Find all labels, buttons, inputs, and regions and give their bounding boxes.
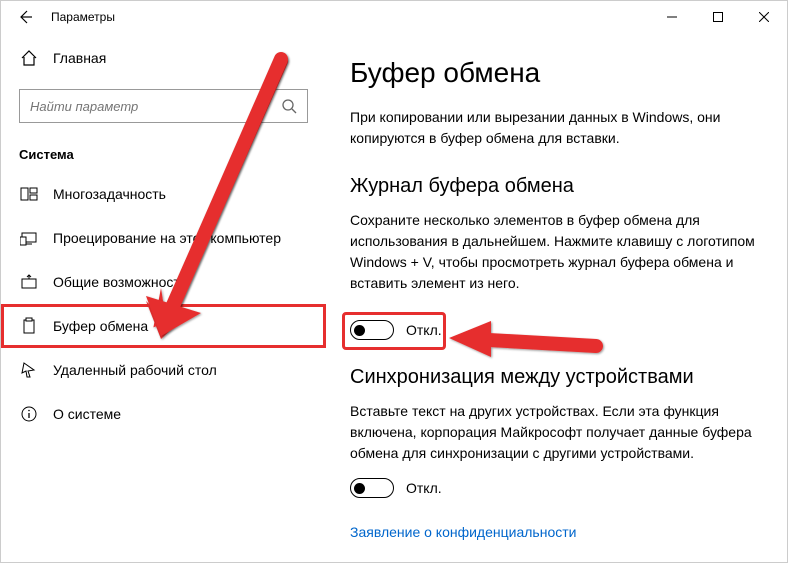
sync-toggle-label: Откл. xyxy=(406,480,442,496)
search-input[interactable] xyxy=(30,99,281,114)
history-desc: Сохраните несколько элементов в буфер об… xyxy=(350,210,759,294)
sidebar-item-shared[interactable]: Общие возможности xyxy=(1,260,326,304)
privacy-link[interactable]: Заявление о конфиденциальности xyxy=(350,524,576,540)
history-toggle-row: Откл. xyxy=(350,320,759,340)
page-title: Буфер обмена xyxy=(350,57,759,89)
maximize-button[interactable] xyxy=(695,1,741,33)
sidebar-item-clipboard[interactable]: Буфер обмена xyxy=(1,304,326,348)
settings-window: Параметры Главная xyxy=(0,0,788,563)
sidebar-item-label: Общие возможности xyxy=(53,274,188,290)
back-button[interactable] xyxy=(15,7,35,27)
history-toggle[interactable] xyxy=(350,320,394,340)
remote-icon xyxy=(19,361,39,379)
maximize-icon xyxy=(713,12,723,22)
arrow-left-icon xyxy=(17,9,33,25)
info-icon xyxy=(19,405,39,423)
multitasking-icon xyxy=(19,185,39,203)
projecting-icon xyxy=(19,229,39,247)
history-toggle-label: Откл. xyxy=(406,322,442,338)
close-button[interactable] xyxy=(741,1,787,33)
shared-icon xyxy=(19,273,39,291)
sidebar-section-label: Система xyxy=(1,123,326,172)
sidebar-item-multitasking[interactable]: Многозадачность xyxy=(1,172,326,216)
sync-desc: Вставьте текст на других устройствах. Ес… xyxy=(350,401,759,464)
search-icon xyxy=(281,98,297,114)
toggle-knob xyxy=(354,325,365,336)
titlebar: Параметры xyxy=(1,1,787,33)
main-panel: Буфер обмена При копировании или вырезан… xyxy=(326,33,787,562)
sidebar-item-label: Буфер обмена xyxy=(53,318,148,334)
history-title: Журнал буфера обмена xyxy=(350,175,759,198)
sync-toggle[interactable] xyxy=(350,478,394,498)
sync-title: Синхронизация между устройствами xyxy=(350,366,759,389)
sidebar-item-label: О системе xyxy=(53,406,121,422)
window-title: Параметры xyxy=(51,10,115,24)
sidebar-nav: Многозадачность Проецирование на этот ко… xyxy=(1,172,326,436)
sidebar: Главная Система Многозадачность xyxy=(1,33,326,562)
intro-text: При копировании или вырезании данных в W… xyxy=(350,107,759,149)
sidebar-item-projecting[interactable]: Проецирование на этот компьютер xyxy=(1,216,326,260)
content-area: Главная Система Многозадачность xyxy=(1,33,787,562)
sidebar-item-label: Удаленный рабочий стол xyxy=(53,362,217,378)
home-label: Главная xyxy=(53,50,106,66)
sidebar-item-label: Многозадачность xyxy=(53,186,166,202)
search-container xyxy=(19,89,308,123)
toggle-knob xyxy=(354,483,365,494)
sidebar-item-label: Проецирование на этот компьютер xyxy=(53,230,281,246)
sync-toggle-row: Откл. xyxy=(350,478,759,498)
window-controls xyxy=(649,1,787,33)
minimize-icon xyxy=(667,12,677,22)
home-icon xyxy=(19,49,39,67)
close-icon xyxy=(759,12,769,22)
search-box[interactable] xyxy=(19,89,308,123)
home-button[interactable]: Главная xyxy=(1,41,326,75)
clipboard-icon xyxy=(19,317,39,335)
minimize-button[interactable] xyxy=(649,1,695,33)
sidebar-item-remote[interactable]: Удаленный рабочий стол xyxy=(1,348,326,392)
sidebar-item-about[interactable]: О системе xyxy=(1,392,326,436)
